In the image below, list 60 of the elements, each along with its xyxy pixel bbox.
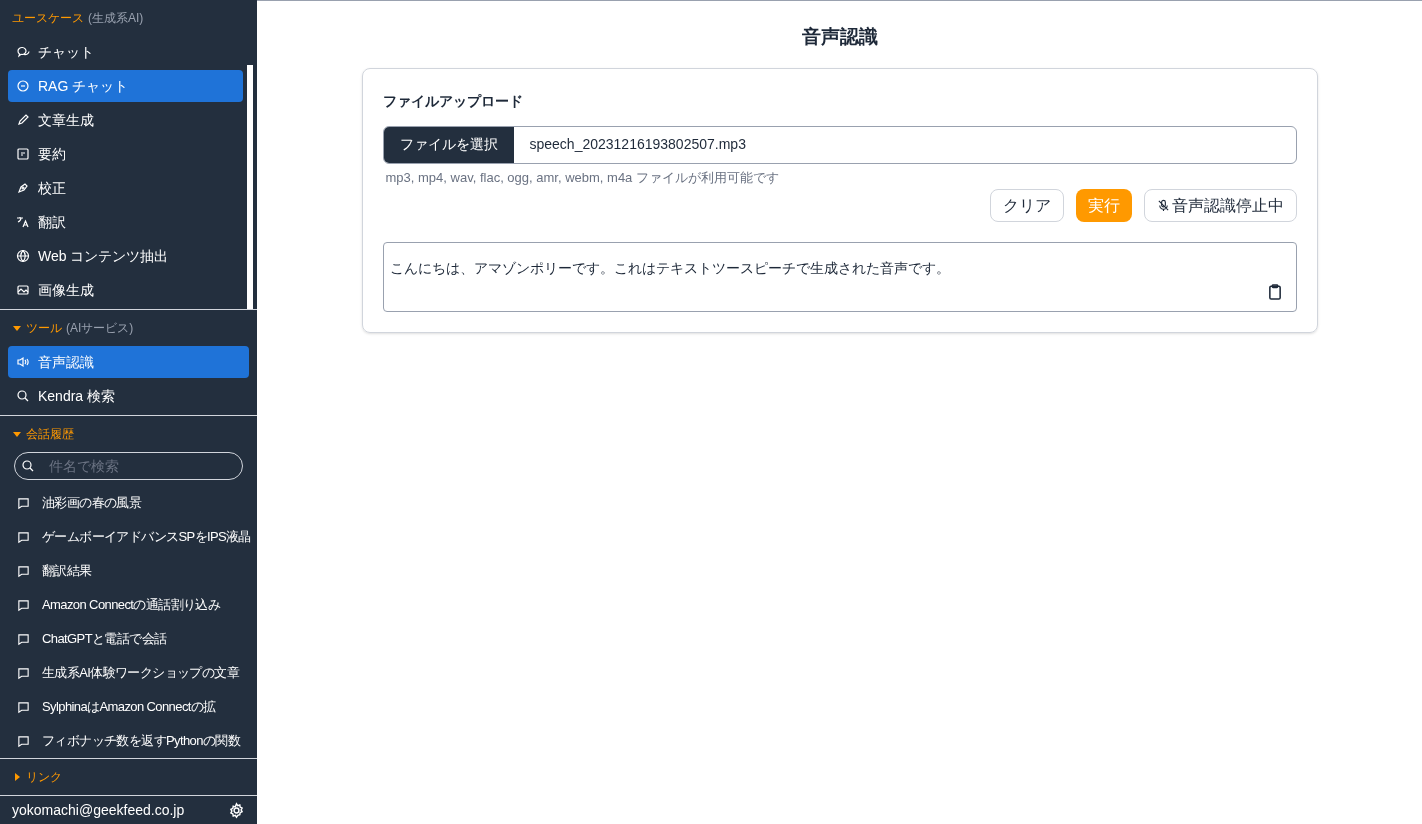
section-title: リンク	[26, 769, 62, 786]
hint-text: mp3, mp4, wav, flac, ogg, amr, webm, m4a ファイルが利用可能です	[385, 168, 780, 187]
speech-bubble-icon	[17, 530, 30, 544]
muted-microphone-icon	[1156, 199, 1170, 212]
search-icon	[21, 459, 35, 473]
scrollbar[interactable]	[247, 65, 253, 309]
search-field[interactable]: 件名で検索	[14, 452, 243, 480]
nav-item[interactable]: Kendra 検索	[8, 380, 249, 412]
speech-bubble-icon	[17, 666, 30, 680]
nav-item[interactable]: チャット	[8, 36, 243, 68]
history-item[interactable]: 油彩画の春の風景	[0, 486, 257, 520]
nav-item[interactable]: RAG チャット	[8, 70, 243, 102]
history-item[interactable]: ゲームボーイアドバンスSPをIPS液晶	[0, 520, 257, 554]
clear-button[interactable]: クリア	[989, 189, 1064, 222]
user-email: yokomachi@geekfeed.co.jp	[12, 800, 185, 820]
page-title: 音声認識	[801, 25, 878, 49]
speaker-icon	[16, 355, 30, 369]
speech-bubble-icon	[17, 734, 30, 748]
pencil-icon	[16, 113, 30, 127]
nav-item[interactable]: 画像生成	[8, 274, 243, 306]
section-title: ユースケース	[12, 10, 84, 27]
history-item[interactable]: 翻訳結果	[0, 554, 257, 588]
nav-item[interactable]: 校正	[8, 172, 243, 204]
nav-item[interactable]: Web コンテンツ抽出	[8, 240, 243, 272]
section-subtitle: (AIサービス)	[66, 320, 134, 337]
nav-item[interactable]: 要約	[8, 138, 243, 170]
translate-icon	[16, 215, 30, 229]
settings-icon	[228, 801, 245, 819]
history-item[interactable]: Amazon Connectの通話割り込み	[0, 588, 257, 622]
caret-right-icon[interactable]	[12, 772, 22, 782]
speech-bubble-icon	[17, 632, 30, 646]
section-subtitle: (生成系AI)	[88, 10, 144, 27]
caret-down-icon[interactable]	[12, 429, 22, 439]
speech-bubble-icon	[17, 598, 30, 612]
history-item[interactable]: フィボナッチ数を返すPythonの関数	[0, 724, 257, 758]
speech-bubble-icon	[17, 564, 30, 578]
nav-item[interactable]: 翻訳	[8, 206, 243, 238]
search-icon	[16, 389, 30, 403]
caret-down-icon[interactable]	[12, 323, 22, 333]
chat-bubble-icon	[16, 79, 30, 93]
section-title: ツール	[26, 320, 62, 337]
mic-button[interactable]: 音声認識停止中	[1143, 189, 1297, 222]
nav-item[interactable]: 音声認識	[8, 346, 249, 378]
history-item[interactable]: SylphinaはAmazon Connectの拡	[0, 690, 257, 724]
file-field[interactable]: ファイルを選択 speech_20231216193802507.mp3	[382, 125, 1297, 164]
transcript-text: こんにちは、アマゾンポリーです。これはテキストツースピーチで生成された音声です。	[389, 260, 950, 276]
choose-file-button[interactable]: ファイルを選択	[383, 126, 514, 163]
history-item[interactable]: ChatGPTと電話で会話	[0, 622, 257, 656]
speech-bubble-icon	[17, 496, 30, 510]
globe-icon	[16, 249, 30, 263]
image-icon	[16, 283, 30, 297]
note-icon	[16, 147, 30, 161]
nav-item[interactable]: 文章生成	[8, 104, 243, 136]
history-item[interactable]: 生成系AI体験ワークショップの文章	[0, 656, 257, 690]
chat-bubbles-icon	[16, 45, 30, 59]
section-title: 会話履歴	[26, 426, 74, 443]
pen-nib-icon	[16, 181, 30, 195]
section-label: ファイルアップロード	[382, 91, 524, 111]
speech-bubble-icon	[17, 700, 30, 714]
file-name: speech_20231216193802507.mp3	[529, 135, 746, 154]
